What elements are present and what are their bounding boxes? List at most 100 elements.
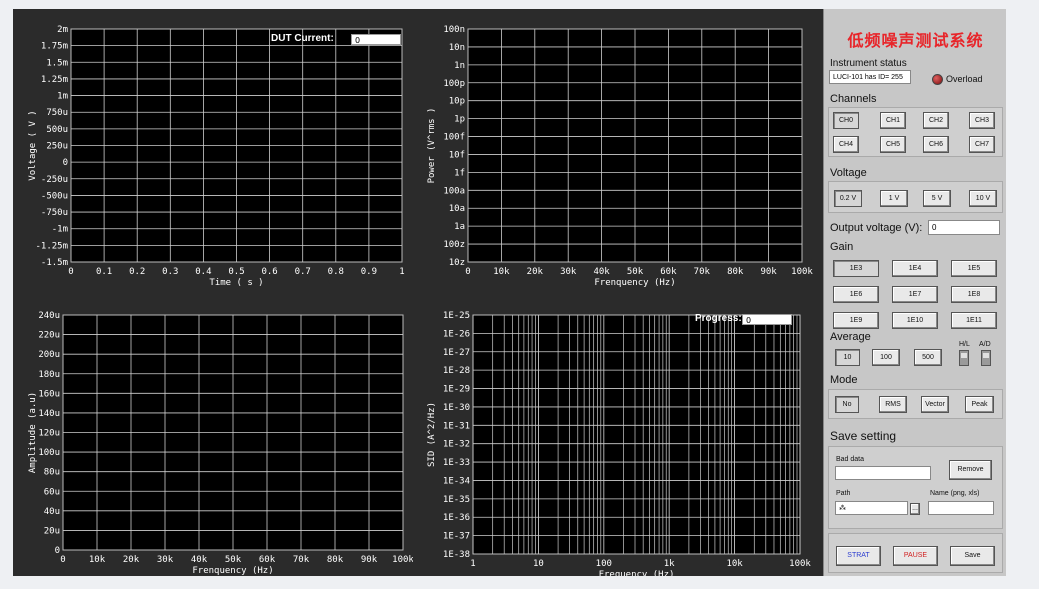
y-tick-label: 1E-32 (443, 440, 470, 450)
x-axis-label: Frenquency (Hz) (192, 566, 273, 576)
x-tick-label: 10k (726, 559, 743, 569)
dut-current-field: 0 (351, 34, 401, 45)
name-label: Name (png, xls) (930, 490, 980, 497)
channel-button-ch6[interactable]: CH6 (923, 136, 949, 153)
hl-label: H/L (959, 341, 970, 348)
x-tick-label: 20k (123, 555, 140, 565)
y-tick-label: 0 (55, 546, 60, 556)
x-tick-label: 50k (225, 555, 242, 565)
mode-button-no[interactable]: No (835, 396, 859, 413)
gain-button-1e6[interactable]: 1E6 (833, 286, 879, 303)
y-tick-label: 1a (454, 222, 465, 232)
pause-button[interactable]: PAUSE (893, 546, 938, 566)
y-tick-label: 10f (449, 150, 465, 160)
y-axis-label: Amplitude (a.u) (28, 392, 38, 473)
path-field[interactable]: ⁂ (835, 501, 908, 515)
channel-button-ch3[interactable]: CH3 (969, 112, 995, 129)
gain-button-1e9[interactable]: 1E9 (833, 312, 879, 329)
x-tick-label: 0.8 (328, 267, 344, 277)
x-tick-label: 40k (593, 267, 610, 277)
amplitude-frequency-plot: 240u 220u 200u 180u 160u 140u 120u 100u 80u 60u 40… (13, 299, 413, 576)
gain-label: Gain (830, 241, 854, 253)
x-tick-label: 90k (361, 555, 378, 565)
gain-button-1e7[interactable]: 1E7 (892, 286, 938, 303)
bad-data-label: Bad data (836, 456, 865, 463)
mode-label: Mode (830, 374, 858, 386)
channel-button-ch4[interactable]: CH4 (833, 136, 859, 153)
x-tick-label: 1k (664, 559, 675, 569)
overload-led-icon (932, 74, 943, 85)
progress-field: 0 (742, 314, 792, 325)
x-tick-label: 60k (660, 267, 677, 277)
x-tick-label: 1 (399, 267, 404, 277)
x-tick-label: 0.3 (162, 267, 178, 277)
mode-button-rms[interactable]: RMS (879, 396, 907, 413)
gain-button-1e11[interactable]: 1E11 (951, 312, 997, 329)
y-tick-label: 1E-37 (443, 532, 470, 542)
ad-toggle[interactable] (981, 350, 991, 366)
control-panel: 低频噪声测试系统 Instrument status LUCI-101 has … (823, 9, 1006, 576)
gain-button-1e3[interactable]: 1E3 (833, 260, 879, 277)
voltage-time-plot: 2m 1.75m 1.5m 1.25m 1m 750u 500u 250u 0 -250u -500… (13, 9, 413, 299)
x-tick-label: 0.1 (96, 267, 112, 277)
gain-button-1e4[interactable]: 1E4 (892, 260, 938, 277)
y-axis-label: Voltage ( V ) (28, 110, 38, 180)
channel-button-ch2[interactable]: CH2 (923, 112, 949, 129)
gain-button-1e5[interactable]: 1E5 (951, 260, 997, 277)
channel-button-ch1[interactable]: CH1 (880, 112, 906, 129)
hl-toggle[interactable] (959, 350, 969, 366)
channel-button-ch5[interactable]: CH5 (880, 136, 906, 153)
voltage-button-0-2v[interactable]: 0.2 V (834, 190, 862, 207)
channel-button-ch0[interactable]: CH0 (833, 112, 859, 129)
voltage-button-5v[interactable]: 5 V (923, 190, 951, 207)
channel-button-ch7[interactable]: CH7 (969, 136, 995, 153)
x-tick-label: 0.9 (361, 267, 377, 277)
bad-data-field[interactable] (835, 466, 931, 480)
save-button[interactable]: Save (950, 546, 995, 566)
start-button[interactable]: STRAT (836, 546, 881, 566)
y-tick-label: 1E-28 (443, 366, 470, 376)
x-axis-label: Frequency (Hz) (599, 570, 675, 576)
voltage-button-1v[interactable]: 1 V (880, 190, 908, 207)
average-button-100[interactable]: 100 (872, 349, 900, 366)
x-tick-label: 100 (596, 559, 612, 569)
x-tick-label: 30k (560, 267, 577, 277)
x-tick-label: 90k (760, 267, 777, 277)
remove-button[interactable]: Remove (949, 460, 992, 480)
x-tick-label: 0.7 (295, 267, 311, 277)
x-tick-label: 70k (694, 267, 711, 277)
x-tick-label: 100k (392, 555, 413, 565)
x-tick-label: 70k (293, 555, 310, 565)
progress-label: Progress: (695, 313, 742, 324)
y-tick-label: 10n (449, 43, 465, 53)
y-tick-label: 1f (454, 168, 465, 178)
y-tick-label: 120u (38, 429, 60, 439)
x-tick-label: 0.4 (195, 267, 211, 277)
x-tick-label: 30k (157, 555, 174, 565)
average-button-10[interactable]: 10 (835, 349, 860, 366)
y-tick-label: 1.75m (41, 42, 68, 52)
gain-button-1e8[interactable]: 1E8 (951, 286, 997, 303)
path-label: Path (836, 490, 851, 497)
y-tick-label: -1.5m (41, 258, 68, 268)
gain-button-1e10[interactable]: 1E10 (892, 312, 938, 329)
mode-button-peak[interactable]: Peak (965, 396, 994, 413)
y-tick-label: 1E-33 (443, 458, 470, 468)
x-tick-label: 100k (791, 267, 813, 277)
x-tick-label: 10k (493, 267, 510, 277)
y-tick-label: 100n (443, 25, 465, 35)
x-tick-label: 1 (470, 559, 475, 569)
average-button-500[interactable]: 500 (914, 349, 942, 366)
y-tick-label: 1.5m (46, 58, 68, 68)
output-voltage-input[interactable]: 0 (928, 220, 1000, 235)
voltage-button-10v[interactable]: 10 V (969, 190, 997, 207)
mode-button-vector[interactable]: Vector (921, 396, 949, 413)
path-browse-button[interactable]: ... (910, 503, 920, 515)
y-tick-label: 100z (443, 240, 465, 250)
y-tick-label: -750u (41, 208, 68, 218)
x-tick-label: 100k (789, 559, 811, 569)
y-tick-label: 100a (443, 186, 465, 196)
sid-frequency-plot: 1E-25 1E-26 1E-27 1E-28 1E-29 1E-30 1E-31 1E-32… (418, 299, 823, 576)
name-field[interactable] (928, 501, 994, 515)
y-tick-label: 1E-36 (443, 513, 470, 523)
